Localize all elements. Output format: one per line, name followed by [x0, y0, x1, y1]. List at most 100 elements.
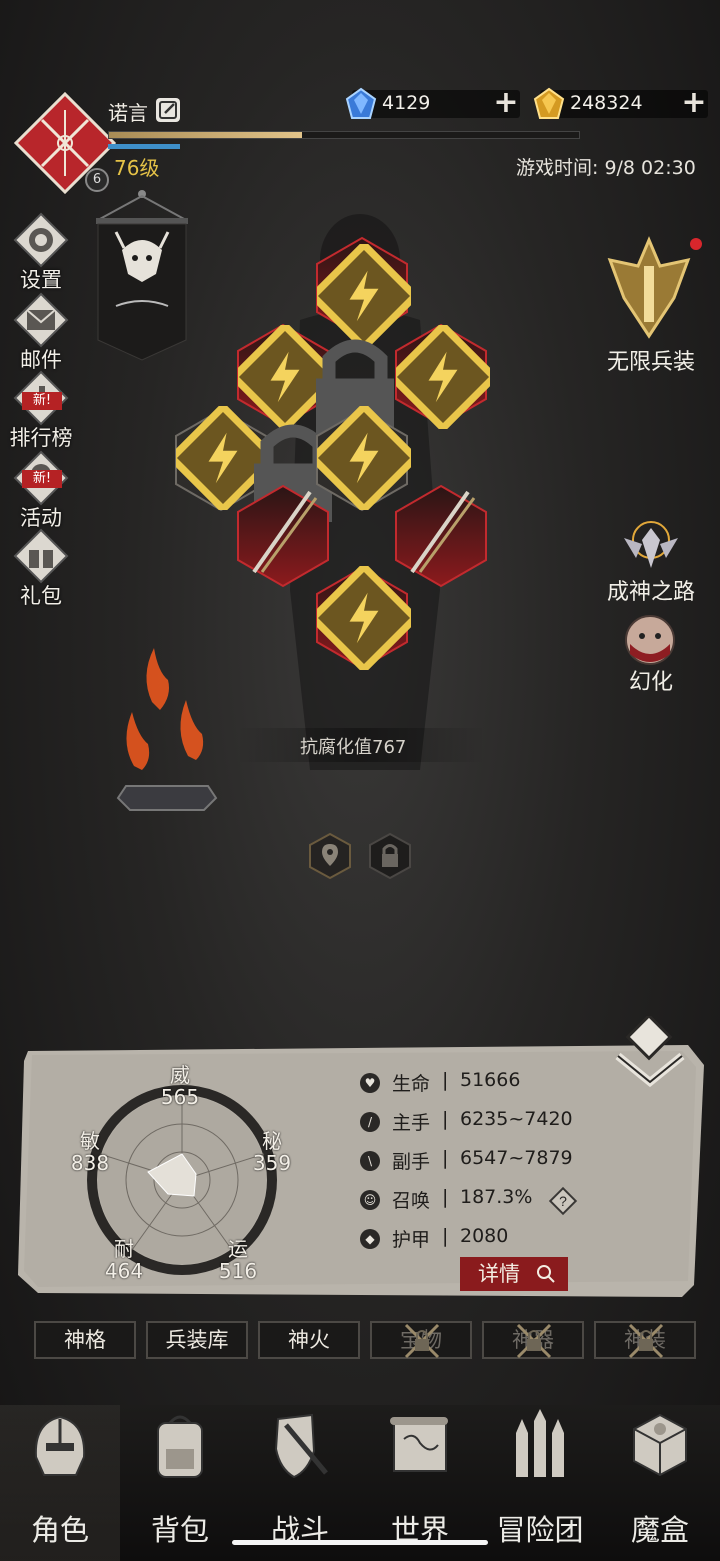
stat-separator: | [442, 1147, 449, 1169]
transform-button[interactable]: 幻化 [596, 614, 706, 695]
stat-row-hp: ♥ 生命 | 51666 [360, 1069, 580, 1099]
edit-name-icon[interactable] [156, 98, 180, 122]
attr-min: 敏 838 [60, 1130, 120, 1174]
tab-divine-fire[interactable]: 神火 [258, 1321, 360, 1359]
castle-icon [516, 1409, 564, 1477]
stat-row-off-hand: \ 副手 | 6547~7879 [360, 1147, 580, 1177]
mail-button[interactable]: 邮件 [6, 292, 76, 374]
path-to-god-button[interactable]: 成神之路 [596, 518, 706, 608]
lock-button[interactable] [368, 832, 412, 880]
attr-yun-value: 516 [218, 1259, 258, 1283]
path-to-god-label: 成神之路 [606, 580, 695, 605]
gift-pack-button[interactable]: 礼包 [6, 528, 76, 610]
nav-adventure-group[interactable]: 冒险团 [480, 1405, 600, 1561]
detail-button[interactable]: 详情 [460, 1257, 568, 1291]
nav-backpack-label: 背包 [150, 1513, 209, 1547]
tab-armory[interactable]: 兵装库 [146, 1321, 248, 1359]
attr-yun-label: 运 [228, 1237, 248, 1261]
stat-separator: | [442, 1108, 449, 1130]
stat-name: 主手 [392, 1112, 431, 1134]
player-name: 诺言 [108, 101, 148, 125]
nav-character-label: 角色 [30, 1513, 89, 1547]
stat-name: 生命 [392, 1073, 431, 1095]
tab-godhood[interactable]: 神格 [34, 1321, 136, 1359]
player-level: 76级 [114, 156, 160, 180]
activity-button[interactable]: 新! 活动 [6, 450, 76, 532]
nav-magic-box-label: 魔盒 [630, 1513, 689, 1547]
detail-button-label: 详情 [478, 1262, 520, 1286]
attr-mi-value: 359 [252, 1151, 292, 1175]
tab-divine-gear[interactable]: 神装 [594, 1321, 696, 1359]
armor-icon: ◆ [360, 1229, 380, 1249]
nav-magic-box[interactable]: 魔盒 [600, 1405, 720, 1561]
crossed-lock-icon [404, 1323, 440, 1359]
attr-min-value: 838 [70, 1151, 110, 1175]
transform-label: 幻化 [628, 670, 673, 695]
stat-row-main-hand: / 主手 | 6235~7420 [360, 1108, 580, 1138]
rank-badge: 6 [85, 168, 109, 192]
add-gold-button[interactable]: + [680, 88, 708, 118]
gem-currency: 4129 + [345, 88, 520, 119]
bottom-navigation: 角色 背包 战斗 世界 冒险团 魔盒 [0, 1405, 720, 1561]
shield-sword-icon [274, 1413, 328, 1479]
experience-bar [108, 131, 580, 139]
stat-separator: | [442, 1069, 449, 1091]
nav-battle[interactable]: 战斗 [240, 1405, 360, 1561]
infinite-weapon-button[interactable]: 无限兵装 [596, 236, 706, 376]
stat-value: 6235~7420 [460, 1108, 573, 1130]
stat-value: 2080 [460, 1225, 509, 1247]
tab-artifact[interactable]: 神器 [482, 1321, 584, 1359]
offhand-icon: \ [360, 1151, 380, 1171]
notification-dot [690, 238, 702, 250]
settings-button[interactable]: 设置 [6, 212, 76, 294]
corruption-resistance: 抗腐化值767 [300, 737, 407, 758]
gold-currency: 248324 + [533, 88, 708, 119]
nav-backpack[interactable]: 背包 [120, 1405, 240, 1561]
stat-separator: | [442, 1225, 449, 1247]
stat-value: 51666 [460, 1069, 521, 1091]
home-indicator [232, 1540, 488, 1545]
attr-min-label: 敏 [80, 1129, 100, 1153]
gold-gem-icon [533, 87, 565, 119]
attr-wei-label: 威 [170, 1063, 190, 1087]
leaderboard-button[interactable]: 新! 排行榜 [6, 370, 76, 452]
svg-text:?: ? [559, 1193, 567, 1209]
guild-banner[interactable] [94, 190, 190, 362]
location-pin-button[interactable] [308, 832, 352, 880]
nav-world[interactable]: 世界 [360, 1405, 480, 1561]
add-gems-button[interactable]: + [492, 88, 520, 118]
attr-wei: 威 565 [150, 1064, 210, 1108]
equip-slot-boots[interactable] [315, 566, 411, 670]
map-scroll-icon [390, 1417, 448, 1472]
attr-nai-value: 464 [104, 1259, 144, 1283]
stat-value: 6547~7879 [460, 1147, 573, 1169]
game-time: 游戏时间: 9/8 02:30 [516, 157, 696, 179]
stat-name: 召唤 [392, 1190, 431, 1212]
divine-fire-altar[interactable] [112, 646, 222, 816]
cube-icon [633, 1413, 687, 1477]
experience-fill [109, 132, 302, 138]
attr-yun: 运 516 [208, 1238, 268, 1282]
energy-bar [108, 144, 180, 149]
stat-name: 副手 [392, 1151, 431, 1173]
nav-adventure-group-label: 冒险团 [496, 1513, 584, 1547]
stat-separator: | [442, 1186, 449, 1208]
gold-amount: 248324 [570, 92, 643, 114]
wing-helm-icon [624, 521, 678, 568]
collapse-panel-button[interactable] [612, 1016, 688, 1090]
gift-icon [13, 528, 69, 584]
heart-icon: ♥ [360, 1073, 380, 1093]
gem-amount: 4129 [382, 92, 431, 114]
settings-label: 设置 [20, 268, 62, 292]
infinite-weapon-label: 无限兵装 [606, 350, 695, 375]
attr-mi: 秘 359 [242, 1130, 302, 1174]
mask-icon [625, 615, 675, 665]
tab-treasure[interactable]: 宝物 [370, 1321, 472, 1359]
stat-row-summon: ☺ 召唤 | 187.3% [360, 1186, 580, 1216]
help-icon[interactable]: ? [548, 1186, 578, 1216]
magnifier-icon [537, 1265, 555, 1283]
new-badge: 新! [22, 392, 62, 410]
nav-character[interactable]: 角色 [0, 1405, 120, 1561]
summon-icon: ☺ [360, 1190, 380, 1210]
attr-nai: 耐 464 [94, 1238, 154, 1282]
